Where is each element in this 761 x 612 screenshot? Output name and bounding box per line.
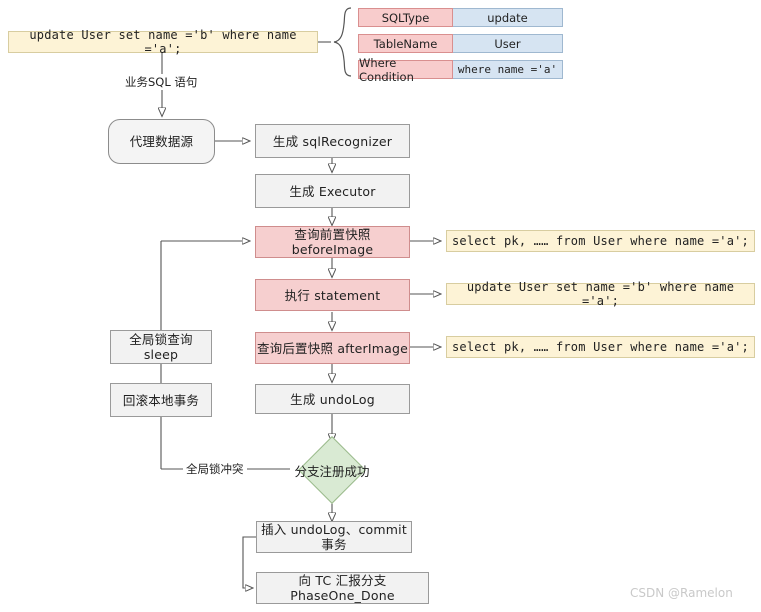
curly-brace: [333, 7, 352, 77]
node-before-image: 查询前置快照 beforeImage: [255, 226, 410, 258]
output-sql-text: update User set name ='b' where name ='a…: [466, 279, 735, 308]
node-insert-undolog-commit: 插入 undoLog、commit 事务: [256, 521, 412, 553]
parsed-sql-table: SQLType update TableName User Where Cond…: [358, 5, 564, 84]
watermark-text: CSDN @Ramelon: [630, 586, 733, 600]
node-label: 查询前置快照 beforeImage: [291, 227, 374, 257]
node-gen-sql-recognizer: 生成 sqlRecognizer: [255, 124, 410, 158]
node-rollback-local-tx: 回滚本地事务: [110, 383, 212, 417]
table-value-where-condition: where name ='a': [453, 60, 563, 79]
node-datasource-proxy: 代理数据源: [108, 119, 215, 164]
output-sql-after-image: select pk, …… from User where name ='a';: [446, 336, 755, 358]
node-after-image: 查询后置快照 afterImage: [255, 332, 410, 364]
input-sql-box: update User set name ='b' where name ='a…: [8, 28, 318, 56]
node-label: 生成 Executor: [289, 183, 376, 199]
node-gen-undolog: 生成 undoLog: [255, 384, 410, 414]
node-report-phase-one-done: 向 TC 汇报分支 PhaseOne_Done: [256, 572, 429, 604]
node-label: 执行 statement: [284, 287, 381, 303]
node-label: 生成 undoLog: [290, 391, 375, 407]
output-sql-text: select pk, …… from User where name ='a';: [452, 339, 749, 354]
table-key-tablename: TableName: [358, 34, 453, 53]
table-row: SQLType update: [358, 8, 563, 27]
node-label: 代理数据源: [129, 134, 194, 149]
node-execute-statement: 执行 statement: [255, 279, 410, 311]
node-gen-executor: 生成 Executor: [255, 174, 410, 208]
node-label: 分支注册成功: [294, 463, 370, 479]
output-sql-statement: update User set name ='b' where name ='a…: [446, 280, 755, 308]
edge-label-business-sql: 业务SQL 语句: [122, 74, 201, 90]
flowchart-canvas: update User set name ='b' where name ='a…: [0, 0, 761, 612]
table-value-sqltype: update: [453, 8, 563, 27]
node-global-lock-query-sleep: 全局锁查询 sleep: [110, 330, 212, 364]
table-key-where-condition: Where Condition: [358, 56, 453, 84]
output-sql-before-image: select pk, …… from User where name ='a';: [446, 230, 755, 252]
edge-label-global-lock-conflict: 全局锁冲突: [183, 461, 247, 477]
table-row: Where Condition where name ='a': [358, 56, 563, 84]
node-label: 查询后置快照 afterImage: [256, 340, 409, 356]
node-label: 回滚本地事务: [122, 392, 200, 408]
node-branch-register-success: 分支注册成功: [291, 436, 373, 504]
table-key-sqltype: SQLType: [358, 8, 453, 27]
output-sql-text: select pk, …… from User where name ='a';: [452, 233, 749, 248]
node-label: 插入 undoLog、commit 事务: [261, 522, 407, 552]
input-sql-text: update User set name ='b' where name ='a…: [29, 27, 297, 56]
node-label: 全局锁查询 sleep: [129, 332, 193, 362]
table-row: TableName User: [358, 34, 563, 53]
table-value-tablename: User: [453, 34, 563, 53]
node-label: 生成 sqlRecognizer: [272, 133, 393, 149]
node-label: 向 TC 汇报分支 PhaseOne_Done: [290, 573, 395, 603]
